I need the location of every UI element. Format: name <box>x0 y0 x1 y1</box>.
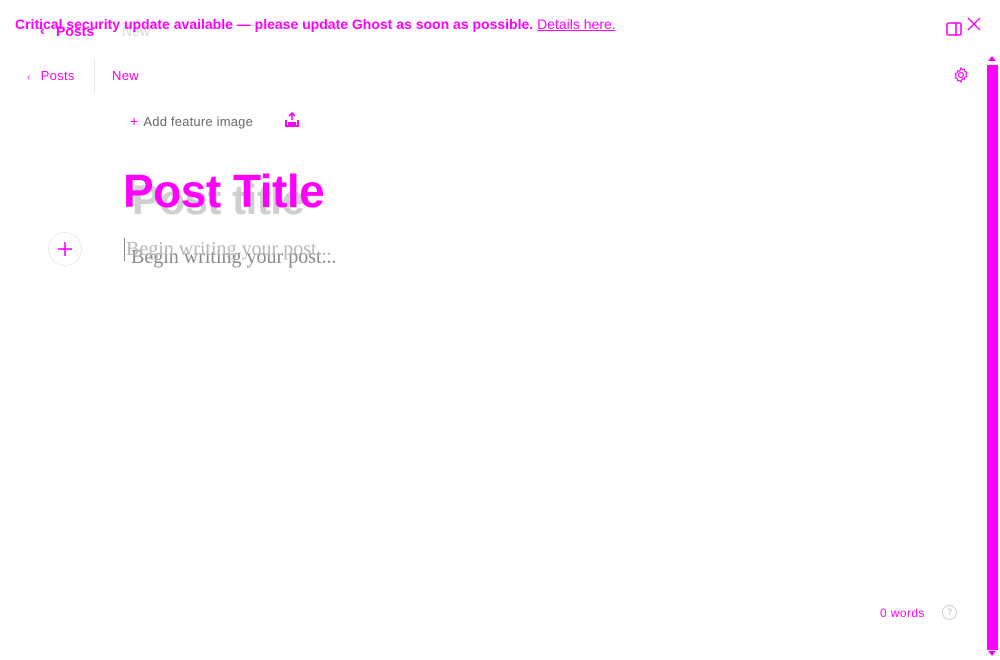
header-divider <box>94 58 95 94</box>
plus-icon: + <box>130 113 139 129</box>
scroll-down-arrow-icon[interactable] <box>988 651 996 656</box>
post-body-editor[interactable]: Begin writing your post... <box>124 238 332 261</box>
back-label: Posts <box>40 68 75 83</box>
add-card-button[interactable] <box>48 232 82 266</box>
post-status: New <box>112 68 139 83</box>
security-alert-banner: Critical security update available — ple… <box>15 16 616 32</box>
upload-icon[interactable] <box>285 112 299 128</box>
plus-icon <box>58 242 72 256</box>
add-feature-image-button[interactable]: + Add feature image <box>130 113 253 129</box>
scrollbar-thumb[interactable] <box>987 65 998 650</box>
scroll-up-arrow-icon[interactable] <box>988 56 996 61</box>
chevron-left-icon: ‹ <box>27 72 31 83</box>
sidebar-toggle-icon[interactable] <box>946 21 962 37</box>
close-icon[interactable] <box>966 16 982 32</box>
back-to-posts-link[interactable]: ‹ Posts <box>27 68 75 83</box>
post-editor: ‹ Posts New Critical security update ava… <box>0 0 1000 660</box>
gear-icon[interactable] <box>952 66 970 84</box>
help-icon[interactable]: ? <box>942 605 957 620</box>
scrollbar[interactable] <box>985 52 1000 660</box>
post-title-input[interactable]: Post Title <box>123 164 325 218</box>
add-feature-image-label: Add feature image <box>143 114 254 129</box>
alert-details-link[interactable]: Details here. <box>537 16 616 32</box>
editor-header: ‹ Posts New <box>0 58 986 94</box>
alert-message: Critical security update available — ple… <box>15 16 534 32</box>
word-count: 0 words <box>880 606 925 620</box>
